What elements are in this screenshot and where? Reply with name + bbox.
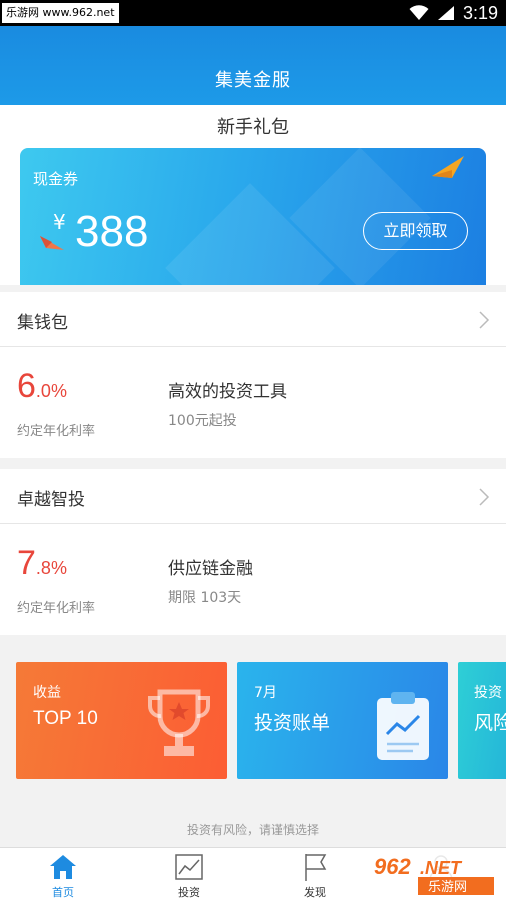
banner-small-text: 7月 — [254, 685, 277, 701]
product-rate: 6.0% — [17, 367, 67, 406]
tab-discover[interactable]: 发现 — [252, 848, 378, 900]
banner-small-text: 投资 — [474, 685, 502, 701]
page-title: 集美金服 — [215, 70, 291, 91]
rate-unit: % — [50, 558, 67, 578]
rate-integer: 7 — [17, 544, 36, 582]
banner-monthly-bill[interactable]: 7月 投资账单 — [237, 662, 448, 779]
rate-decimal: .8 — [35, 558, 51, 578]
product-rate: 7.8% — [17, 544, 67, 583]
trophy-icon — [146, 686, 212, 768]
promo-banners: 收益 TOP 10 7月 投资账单 投资 风险 — [0, 662, 506, 780]
product-description: 高效的投资工具 — [168, 382, 287, 402]
currency-symbol: ¥ — [53, 210, 66, 234]
coupon-label: 现金券 — [33, 170, 79, 188]
svg-text:乐游网: 乐游网 — [428, 880, 467, 895]
chevron-right-icon — [478, 310, 490, 334]
svg-text:962: 962 — [374, 854, 411, 879]
rate-integer: 6 — [17, 367, 36, 405]
banner-small-text: 收益 — [33, 685, 61, 701]
rate-unit: % — [50, 381, 67, 401]
flag-icon — [300, 852, 330, 886]
tab-home[interactable]: 首页 — [0, 848, 126, 900]
product-subtitle: 期限 103天 — [168, 590, 242, 606]
watermark-logo: 962 .NET 乐游网 — [368, 852, 500, 898]
risk-notice: 投资有风险，请谨慎选择 — [186, 823, 319, 837]
paper-plane-icon — [38, 232, 66, 256]
cash-coupon-card[interactable]: 现金券 ¥ 388 立即领取 — [20, 148, 486, 285]
wifi-icon — [409, 5, 429, 21]
paper-plane-icon — [430, 154, 466, 184]
product-name: 卓越智投 — [17, 490, 85, 510]
banner-big-text: TOP 10 — [33, 708, 98, 729]
product-card-zhuoyue[interactable]: 卓越智投 7.8% 约定年化利率 供应链金融 期限 103天 — [0, 469, 506, 635]
tab-label: 投资 — [178, 886, 200, 899]
coupon-amount: 388 — [75, 207, 149, 256]
newbie-gift-section: 新手礼包 现金券 ¥ 388 立即领取 — [0, 105, 506, 285]
product-header[interactable]: 集钱包 — [0, 292, 506, 347]
svg-text:.NET: .NET — [420, 858, 463, 878]
banner-big-text: 投资账单 — [254, 713, 331, 734]
claim-button[interactable]: 立即领取 — [363, 212, 468, 250]
rate-label: 约定年化利率 — [17, 601, 96, 616]
product-header[interactable]: 卓越智投 — [0, 469, 506, 524]
chart-icon — [174, 852, 204, 886]
product-name: 集钱包 — [17, 313, 68, 333]
tab-invest[interactable]: 投资 — [126, 848, 252, 900]
chevron-right-icon — [478, 487, 490, 511]
watermark-tag: 乐游网 www.962.net — [2, 3, 119, 23]
signal-icon — [437, 5, 455, 21]
banner-risk[interactable]: 投资 风险 — [458, 662, 506, 779]
product-subtitle: 100元起投 — [168, 413, 237, 429]
banner-top10[interactable]: 收益 TOP 10 — [16, 662, 227, 779]
app-header: 集美金服 — [0, 26, 506, 105]
rate-label: 约定年化利率 — [17, 424, 96, 439]
status-bar: 乐游网 www.962.net 3:19 — [0, 0, 506, 26]
product-card-jiqianbao[interactable]: 集钱包 6.0% 约定年化利率 高效的投资工具 100元起投 — [0, 292, 506, 458]
rate-decimal: .0 — [35, 381, 51, 401]
clipboard-icon — [373, 688, 433, 766]
status-time: 3:19 — [462, 2, 498, 23]
tab-label: 首页 — [52, 886, 74, 899]
product-description: 供应链金融 — [168, 559, 253, 579]
gift-title: 新手礼包 — [217, 117, 289, 138]
home-icon — [48, 852, 78, 886]
banner-big-text: 风险 — [474, 713, 506, 734]
tab-label: 发现 — [304, 886, 326, 899]
